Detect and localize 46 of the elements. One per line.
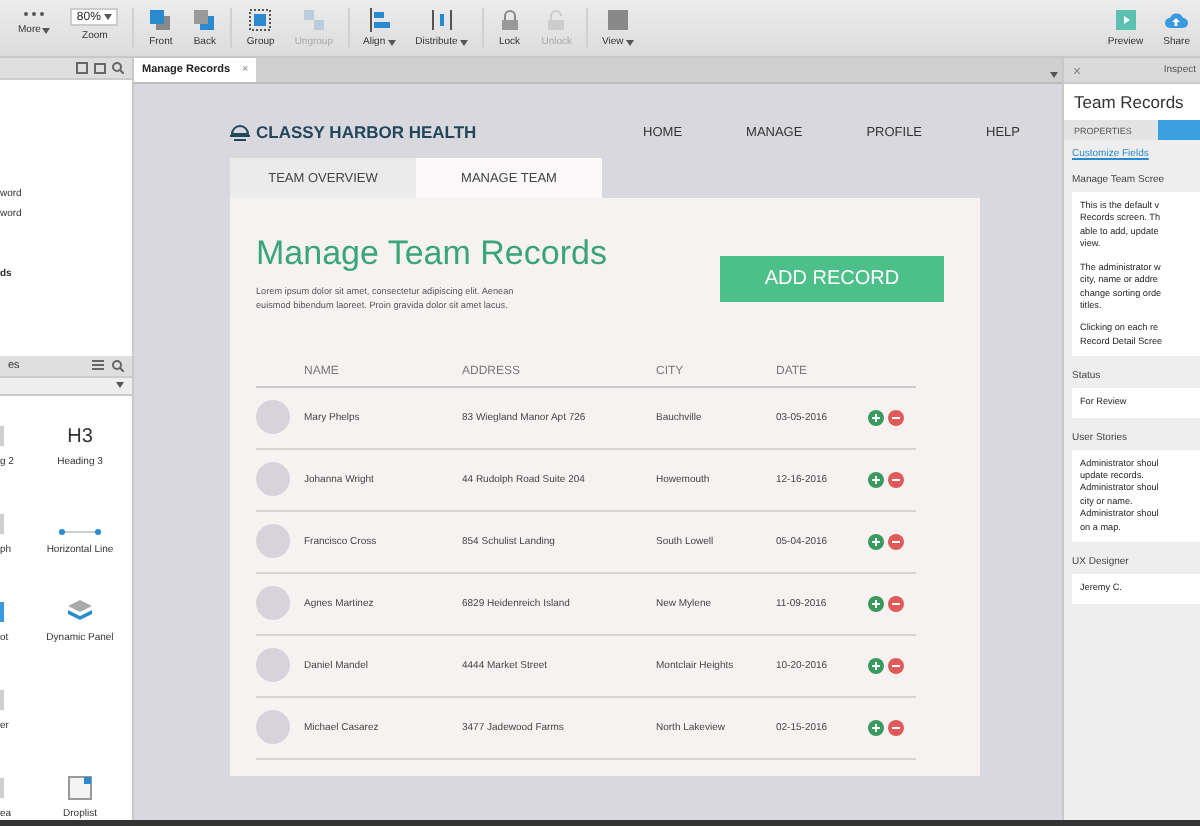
horizontal-line-icon [58,528,102,536]
droplist-icon [68,776,92,800]
stacked-squares-icon [192,8,217,32]
lock-icon [497,8,522,32]
add-icon[interactable] [868,719,884,736]
align-left-icon [367,8,392,32]
avatar-circle [256,586,290,621]
lighthouse-icon [230,123,250,141]
group-icon [248,8,273,32]
remove-icon[interactable] [888,409,904,426]
search-icon[interactable] [112,359,124,372]
add-icon[interactable] [868,533,884,550]
avatar-circle [256,524,290,559]
remove-icon[interactable] [888,595,904,612]
brand-logo: CLASSY HARBOR HEALTH [230,122,477,142]
ellipsis-icon [22,8,47,20]
remove-icon[interactable] [888,719,904,736]
view-icon [605,8,630,32]
add-icon[interactable] [868,471,884,488]
distribute-icon [429,8,454,32]
avatar-circle [256,400,290,435]
remove-icon[interactable] [888,533,904,550]
search-icon[interactable] [112,61,124,74]
caret-icon [104,14,113,20]
layers-icon [68,600,92,624]
unlock-icon [544,8,569,32]
widget-icon [0,600,6,624]
remove-icon[interactable] [888,471,904,488]
avatar-circle [256,710,290,745]
avatar-circle [256,648,290,683]
add-icon[interactable] [868,409,884,426]
menu-icon[interactable] [92,359,104,370]
play-icon [1113,8,1138,32]
avatar-circle [256,462,290,497]
add-icon[interactable] [868,595,884,612]
caret-icon [1050,72,1058,78]
inspector-title: Team Records [1064,84,1200,120]
cloud-upload-icon [1164,8,1189,32]
heading-glyph: H3 [67,426,93,448]
close-icon[interactable] [1074,67,1080,73]
add-icon[interactable] [868,657,884,674]
remove-icon[interactable] [888,657,904,674]
caret-icon [116,382,124,389]
stacked-squares-icon [148,8,173,32]
ungroup-icon [301,8,326,32]
page-title: Manage Team Records [256,234,607,274]
